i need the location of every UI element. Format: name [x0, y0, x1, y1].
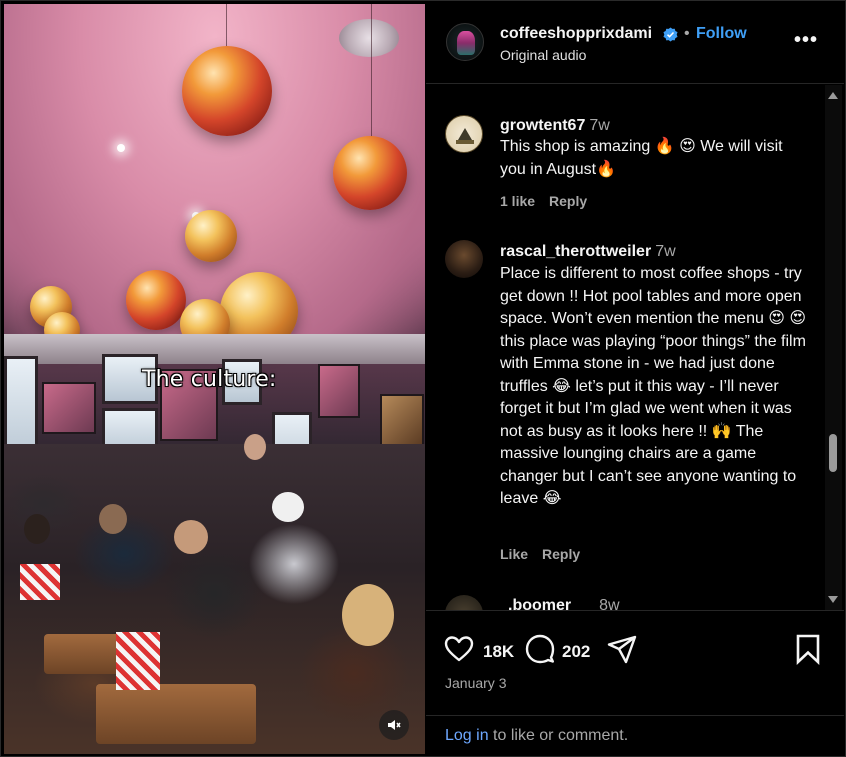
ceiling-vent [339, 19, 399, 57]
menu-card [20, 564, 60, 600]
post-dialog: The culture: coffeeshopprixdami • Follow… [0, 0, 846, 757]
scroll-up-arrow-icon[interactable] [828, 92, 838, 99]
comment-icon[interactable] [524, 633, 556, 665]
scroll-down-arrow-icon[interactable] [828, 596, 838, 603]
post-header: coffeeshopprixdami • Follow Original aud… [426, 4, 844, 84]
comment-time: 7w [655, 243, 676, 260]
comment-meta: Like Reply [500, 546, 594, 562]
author-avatar[interactable] [446, 23, 484, 61]
wall-poster [380, 394, 424, 448]
menu-card [116, 632, 160, 690]
post-date[interactable]: January 3 [445, 675, 506, 691]
post-actions: 18K 202 January 3 Log in to like or comm… [426, 610, 844, 754]
person [174, 520, 208, 554]
person [99, 504, 127, 534]
speaker-muted-icon [388, 720, 401, 730]
more-options-icon[interactable]: ••• [794, 30, 818, 50]
comment-username[interactable]: growtent67 7w [500, 117, 610, 135]
video-caption-overlay: The culture: [142, 367, 277, 392]
comment-username-text[interactable]: rascal_therottweiler [500, 243, 651, 260]
comment-username[interactable]: .boomer 8w [508, 597, 620, 610]
login-prompt: Log in to like or comment. [426, 715, 844, 755]
share-icon[interactable] [606, 633, 638, 665]
post-side-panel: coffeeshopprixdami • Follow Original aud… [426, 4, 844, 754]
ceiling-beam [4, 334, 425, 364]
comment-time: 8w [599, 597, 620, 610]
ceiling-light [117, 144, 125, 152]
reply-button[interactable]: Reply [542, 546, 580, 562]
bookmark-icon[interactable] [792, 633, 824, 665]
person [24, 514, 50, 544]
ornament-ball [182, 46, 272, 136]
comment-meta: 1 like Reply [500, 193, 601, 209]
comment-likes[interactable]: 1 like [500, 193, 535, 209]
wall-poster [318, 364, 360, 418]
author-username[interactable]: coffeeshopprixdami [500, 25, 652, 43]
comment-username[interactable]: rascal_therottweiler 7w [500, 243, 676, 261]
like-count[interactable]: 18K [483, 642, 514, 662]
audio-label[interactable]: Original audio [500, 47, 586, 63]
sound-toggle-button[interactable] [379, 710, 409, 740]
like-button[interactable]: Like [500, 546, 528, 562]
ornament-ball [333, 136, 407, 210]
wall-poster [42, 382, 96, 434]
person [342, 584, 394, 646]
comment-username-text[interactable]: .boomer [508, 597, 571, 610]
commenter-avatar[interactable] [445, 115, 483, 153]
comment-username-text[interactable]: growtent67 [500, 117, 585, 134]
scrollbar-thumb[interactable] [829, 434, 837, 472]
commenter-avatar[interactable] [445, 240, 483, 278]
login-link[interactable]: Log in [445, 727, 489, 744]
comment-text: Place is different to most coffee shops … [500, 265, 807, 507]
commenter-avatar[interactable] [445, 595, 483, 610]
heart-icon[interactable] [443, 633, 475, 665]
person [272, 492, 304, 522]
comment-time: 7w [589, 117, 610, 134]
comments-scrollbar[interactable] [825, 85, 842, 610]
comments-list: growtent67 7w This shop is amazing 🔥 😍 We… [426, 85, 844, 610]
person [244, 434, 266, 460]
ornament-wire [371, 4, 372, 144]
table [44, 634, 124, 674]
verified-badge-icon [663, 27, 678, 42]
login-prompt-text: to like or comment. [488, 727, 629, 744]
separator-dot: • [684, 25, 690, 42]
comment-count[interactable]: 202 [562, 642, 590, 662]
reply-button[interactable]: Reply [549, 193, 587, 209]
table [96, 684, 256, 744]
grow-tent-logo-icon [456, 128, 474, 144]
ornament-ball [126, 270, 186, 330]
ornament-ball [185, 210, 237, 262]
follow-button[interactable]: Follow [696, 25, 747, 43]
comment-text: This shop is amazing 🔥 😍 We will visit y… [500, 138, 783, 178]
reel-video[interactable]: The culture: [4, 4, 425, 754]
